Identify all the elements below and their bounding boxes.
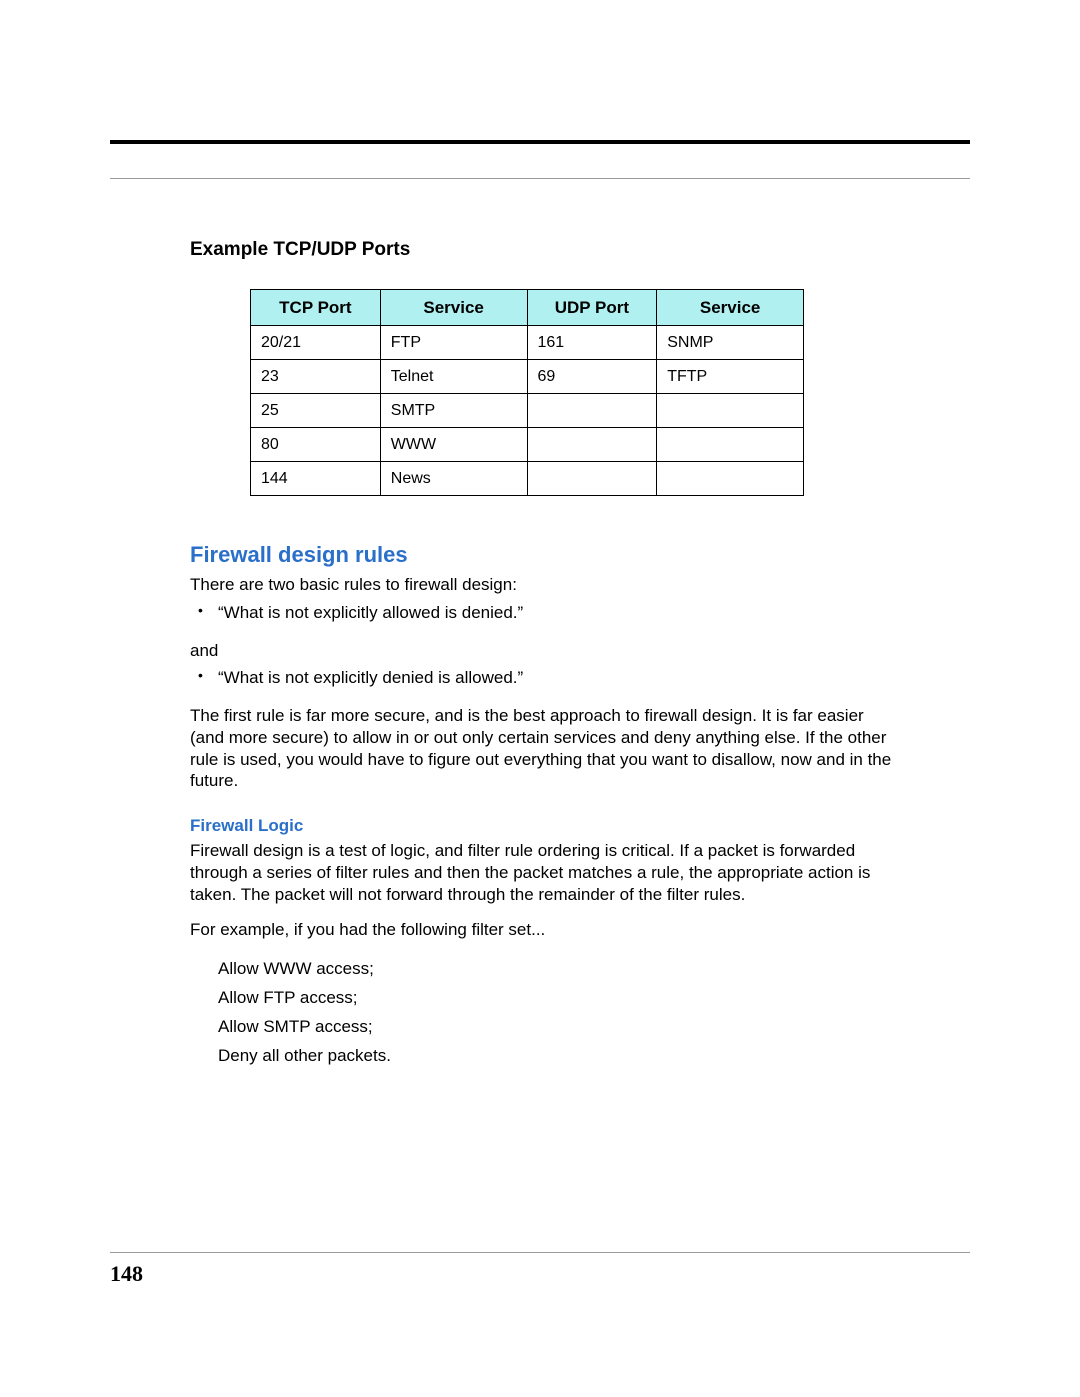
filter-item: Deny all other packets. [218, 1042, 900, 1071]
table-row: 144 News [251, 462, 804, 496]
cell-tcp-service: WWW [380, 428, 527, 462]
filter-list: Allow WWW access; Allow FTP access; Allo… [218, 955, 900, 1071]
cell-udp-port: 69 [527, 360, 657, 394]
table-row: 23 Telnet 69 TFTP [251, 360, 804, 394]
page-number: 148 [110, 1261, 970, 1287]
cell-udp-port [527, 394, 657, 428]
intro-text: There are two basic rules to firewall de… [190, 574, 900, 596]
footer-rule [110, 1252, 970, 1253]
cell-udp-service [657, 428, 804, 462]
col-udp-port: UDP Port [527, 290, 657, 326]
example-intro: For example, if you had the following fi… [190, 919, 900, 941]
cell-udp-port [527, 462, 657, 496]
sub-rule [110, 178, 970, 179]
cell-tcp-service: News [380, 462, 527, 496]
section-title: Firewall design rules [190, 542, 900, 568]
col-tcp-port: TCP Port [251, 290, 381, 326]
table-row: 25 SMTP [251, 394, 804, 428]
filter-item: Allow SMTP access; [218, 1013, 900, 1042]
cell-tcp-service: Telnet [380, 360, 527, 394]
table-row: 20/21 FTP 161 SNMP [251, 326, 804, 360]
cell-udp-service: TFTP [657, 360, 804, 394]
rule-2: “What is not explicitly denied is allowe… [190, 667, 900, 689]
page-content: Example TCP/UDP Ports TCP Port Service U… [190, 239, 900, 1071]
cell-tcp-port: 25 [251, 394, 381, 428]
cell-udp-port [527, 428, 657, 462]
table-header-row: TCP Port Service UDP Port Service [251, 290, 804, 326]
cell-udp-service [657, 462, 804, 496]
cell-tcp-service: FTP [380, 326, 527, 360]
cell-tcp-port: 80 [251, 428, 381, 462]
cell-udp-port: 161 [527, 326, 657, 360]
cell-udp-service [657, 394, 804, 428]
rule-list-1: “What is not explicitly allowed is denie… [190, 602, 900, 624]
explanation-text: The first rule is far more secure, and i… [190, 705, 900, 792]
top-rule [110, 140, 970, 144]
logic-paragraph: Firewall design is a test of logic, and … [190, 840, 900, 905]
filter-item: Allow WWW access; [218, 955, 900, 984]
ports-table: TCP Port Service UDP Port Service 20/21 … [250, 289, 804, 496]
cell-tcp-port: 23 [251, 360, 381, 394]
subsection-title: Firewall Logic [190, 816, 900, 836]
cell-tcp-port: 144 [251, 462, 381, 496]
cell-tcp-port: 20/21 [251, 326, 381, 360]
and-word: and [190, 640, 900, 662]
cell-udp-service: SNMP [657, 326, 804, 360]
document-page: Example TCP/UDP Ports TCP Port Service U… [0, 0, 1080, 1397]
rule-1: “What is not explicitly allowed is denie… [190, 602, 900, 624]
rule-list-2: “What is not explicitly denied is allowe… [190, 667, 900, 689]
table-row: 80 WWW [251, 428, 804, 462]
page-footer: 148 [110, 1252, 970, 1287]
table-heading: Example TCP/UDP Ports [190, 239, 900, 261]
cell-tcp-service: SMTP [380, 394, 527, 428]
col-udp-service: Service [657, 290, 804, 326]
col-tcp-service: Service [380, 290, 527, 326]
filter-item: Allow FTP access; [218, 984, 900, 1013]
